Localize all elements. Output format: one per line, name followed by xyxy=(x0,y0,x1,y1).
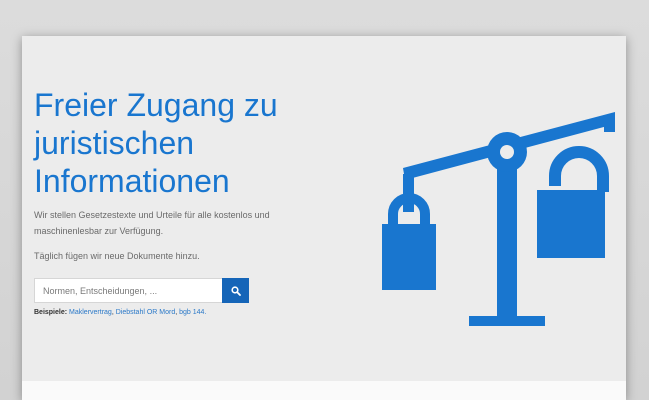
hero-daily-text: Täglich fügen wir neue Dokumente hinzu. xyxy=(34,251,200,261)
search-button[interactable] xyxy=(222,278,249,303)
hero-title-line-3: Informationen xyxy=(34,163,230,199)
hero-card: Freier Zugang zu juristischen Informatio… xyxy=(22,36,626,400)
search-examples: Beispiele: Maklervertrag, Diebstahl OR M… xyxy=(34,309,354,316)
footer-strip xyxy=(22,381,626,400)
hero-title: Freier Zugang zu juristischen Informatio… xyxy=(34,86,334,200)
example-link-diebstahl-or-mord[interactable]: Diebstahl OR Mord xyxy=(116,309,176,316)
search-icon xyxy=(230,285,241,296)
hero-title-line-2: juristischen xyxy=(34,125,195,161)
search-form xyxy=(34,278,249,303)
search-input[interactable] xyxy=(34,278,222,303)
example-link-bgb-144[interactable]: bgb 144 xyxy=(179,309,204,316)
scales-of-justice-icon xyxy=(357,76,617,348)
hero-lead-text: Wir stellen Gesetzestexte und Urteile fü… xyxy=(34,210,270,236)
examples-label: Beispiele: xyxy=(34,309,68,316)
examples-terminator: . xyxy=(204,309,207,316)
screenshot-frame: Freier Zugang zu juristischen Informatio… xyxy=(0,0,649,400)
hero-title-line-1: Freier Zugang zu xyxy=(34,87,278,123)
example-link-maklervertrag[interactable]: Maklervertrag xyxy=(69,309,112,316)
